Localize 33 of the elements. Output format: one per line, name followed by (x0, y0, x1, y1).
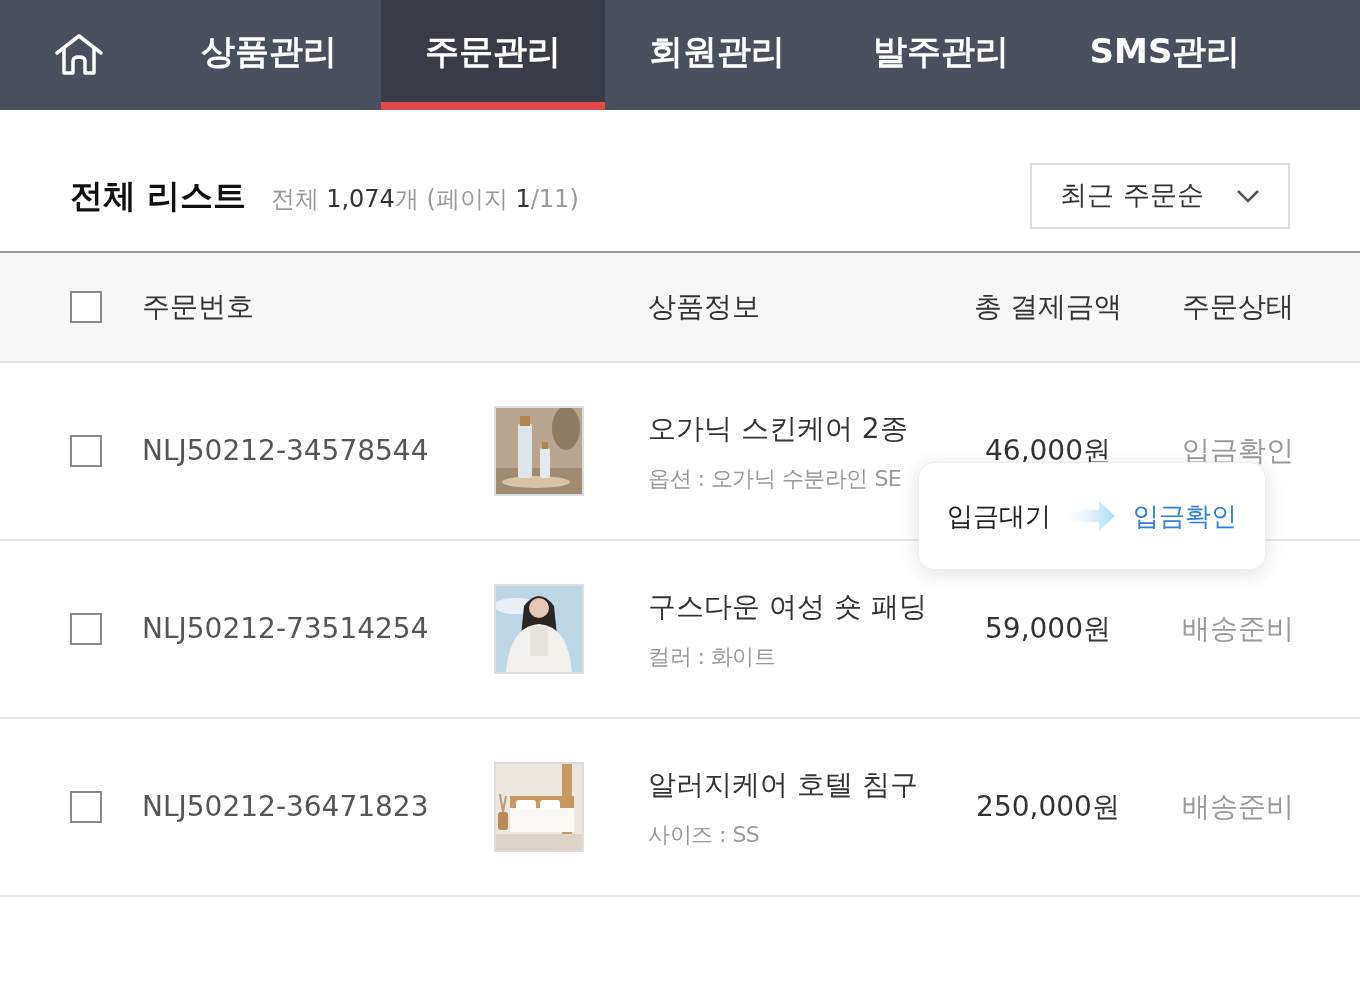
order-status: 배송준비 (1181, 789, 1295, 825)
new-status: 입금확인 (1133, 499, 1237, 533)
list-title: 전체 리스트 (70, 174, 247, 217)
column-header: 상품정보 (648, 289, 761, 325)
product-option: 옵션 : 오가닉 수분라인 SE (648, 461, 948, 495)
checkbox[interactable] (70, 291, 102, 323)
column-header: 총 결제금액 (972, 289, 1124, 325)
column-header: 주문번호 (142, 289, 255, 325)
checkbox[interactable] (70, 435, 102, 467)
previous-status: 입금대기 (947, 499, 1051, 533)
product-name: 오가닉 스킨케어 2종 (648, 410, 909, 447)
chevron-down-icon (1236, 188, 1260, 203)
order-total: 46,000원 (984, 433, 1112, 469)
order-total: 250,000원 (975, 789, 1121, 825)
checkbox[interactable] (70, 791, 102, 823)
product-option: 컬러 : 화이트 (648, 639, 948, 673)
order-number: NLJ50212-34578544 (142, 433, 430, 469)
order-total: 59,000원 (984, 611, 1112, 647)
nav-tab[interactable]: 상품관리 (157, 0, 381, 110)
nav-tab[interactable]: 회원관리 (605, 0, 829, 110)
product-option: 사이즈 : SS (648, 817, 948, 851)
sort-dropdown[interactable]: 최근 주문순 (1030, 162, 1290, 229)
nav-tab[interactable]: 주문관리 (381, 0, 605, 110)
order-status: 배송준비 (1181, 611, 1295, 647)
product-name: 구스다운 여성 숏 패딩 (648, 588, 928, 625)
column-header: 주문상태 (1181, 289, 1295, 325)
order-number: NLJ50212-73514254 (142, 611, 430, 647)
checkbox[interactable] (70, 613, 102, 645)
nav-tab[interactable]: SMS관리 (1053, 0, 1277, 110)
list-summary: 전체 1,074개 (페이지 1/11) (270, 183, 579, 215)
nav-tab[interactable]: 발주관리 (829, 0, 1053, 110)
product-name: 알러지케어 호텔 침구 (648, 766, 919, 803)
order-number: NLJ50212-36471823 (142, 789, 430, 825)
